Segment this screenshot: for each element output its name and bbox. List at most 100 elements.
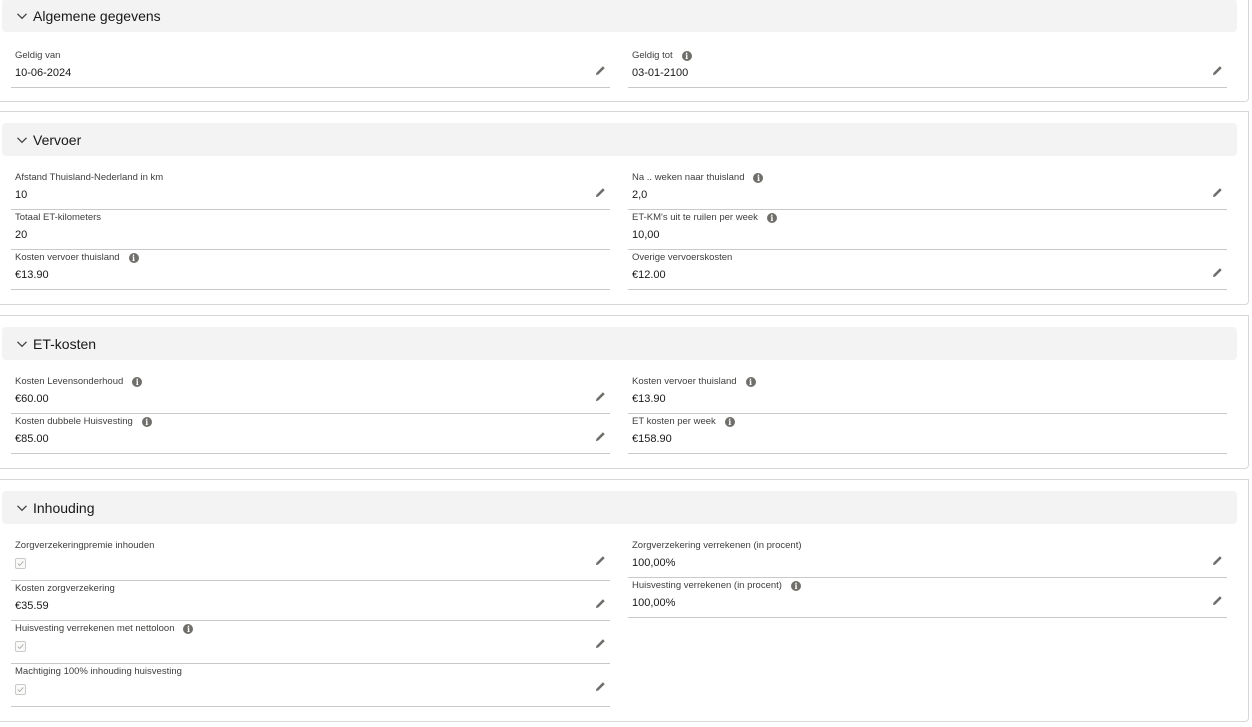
field-label: Kosten dubbele Huisvesting i (15, 416, 152, 427)
field-value: 2,0 (632, 189, 648, 201)
section-general: Algemene gegevens Geldig van 10-06-2024 … (0, 0, 1249, 102)
field-geldig-tot: Geldig tot i 03-01-2100 (628, 48, 1227, 88)
field-et-km-ruilen: ET-KM's uit te ruilen per week i 10,00 (628, 210, 1227, 250)
pencil-icon[interactable] (595, 391, 606, 402)
pencil-icon[interactable] (595, 598, 606, 609)
field-zorg-procent: Zorgverzekering verrekenen (in procent) … (628, 538, 1227, 578)
pencil-icon[interactable] (1212, 65, 1223, 76)
field-value: 10-06-2024 (15, 67, 72, 79)
field-label: Kosten Levensonderhoud i (15, 376, 143, 387)
section-title: Inhouding (33, 499, 95, 516)
field-label-text: ET kosten per week (632, 416, 716, 427)
section-header-deduction[interactable]: Inhouding (2, 491, 1237, 524)
field-label-text: Geldig tot (632, 50, 673, 61)
section-transport: Vervoer Afstand Thuisland-Nederland in k… (0, 111, 1249, 305)
field-value: 100,00% (632, 597, 676, 609)
checkmark-icon (17, 687, 24, 693)
section-header-et-costs[interactable]: ET-kosten (2, 327, 1237, 360)
field-label: ET kosten per week i (632, 416, 735, 427)
field-value: €13.90 (15, 269, 49, 281)
field-label: Na .. weken naar thuisland i (632, 172, 764, 183)
field-value: €158.90 (632, 433, 672, 445)
field-huisv-nettoloon: Huisvesting verrekenen met nettoloon i (11, 621, 610, 664)
pencil-icon[interactable] (595, 431, 606, 442)
section-deduction: Inhouding Zorgverzekeringpremie inhouden… (0, 479, 1249, 722)
section-et-costs: ET-kosten Kosten Levensonderhoud i €60.00… (0, 315, 1249, 469)
field-afstand: Afstand Thuisland-Nederland in km 10 (11, 170, 610, 210)
field-value: €35.59 (15, 600, 49, 612)
field-label: Geldig van (15, 50, 61, 61)
info-icon[interactable]: i (790, 580, 801, 591)
pencil-icon[interactable] (595, 187, 606, 198)
chevron-down-icon (17, 504, 27, 511)
field-value: 03-01-2100 (632, 67, 689, 79)
field-label: ET-KM's uit te ruilen per week i (632, 212, 777, 223)
info-icon[interactable]: i (132, 376, 143, 387)
field-label: Huisvesting verrekenen (in procent) i (632, 580, 801, 591)
field-label: Zorgverzekeringpremie inhouden (15, 540, 155, 551)
checkbox[interactable] (15, 558, 26, 569)
pencil-icon[interactable] (1212, 555, 1223, 566)
section-title: ET-kosten (33, 335, 97, 352)
field-label: Geldig tot i (632, 50, 692, 61)
field-geldig-van: Geldig van 10-06-2024 (11, 48, 610, 88)
field-label: Machtiging 100% inhouding huisvesting (15, 666, 182, 677)
checkbox[interactable] (15, 641, 26, 652)
field-kosten-vervoer: Kosten vervoer thuisland i €13.90 (11, 250, 610, 290)
field-label: Kosten zorgverzekering (15, 583, 115, 594)
field-label-text: Huisvesting verrekenen (in procent) (632, 580, 782, 591)
pencil-icon[interactable] (595, 681, 606, 692)
chevron-down-icon (17, 340, 27, 347)
field-value: 10 (15, 189, 28, 201)
pencil-icon[interactable] (595, 65, 606, 76)
chevron-down-icon (17, 136, 27, 143)
section-header-transport[interactable]: Vervoer (2, 123, 1237, 156)
pencil-icon[interactable] (595, 638, 606, 649)
info-icon[interactable]: i (141, 416, 152, 427)
checkmark-icon (17, 561, 24, 567)
pencil-icon[interactable] (1212, 595, 1223, 606)
chevron-down-icon (17, 12, 27, 19)
checkmark-icon (17, 644, 24, 650)
field-value: €60.00 (15, 393, 49, 405)
info-icon[interactable]: i (753, 172, 764, 183)
field-label-text: Na .. weken naar thuisland (632, 172, 745, 183)
field-label: Kosten vervoer thuisland i (632, 376, 756, 387)
field-value: 20 (15, 229, 28, 241)
info-icon[interactable]: i (745, 376, 756, 387)
field-label: Kosten vervoer thuisland i (15, 252, 139, 263)
field-label: Afstand Thuisland-Nederland in km (15, 172, 164, 183)
field-value: €12.00 (632, 269, 666, 281)
field-machtiging: Machtiging 100% inhouding huisvesting (11, 664, 610, 707)
pencil-icon[interactable] (595, 555, 606, 566)
info-icon[interactable]: i (766, 212, 777, 223)
field-label: Huisvesting verrekenen met nettoloon i (15, 623, 194, 634)
pencil-icon[interactable] (1212, 187, 1223, 198)
field-label-text: Kosten Levensonderhoud (15, 376, 124, 387)
field-et-per-week: ET kosten per week i €158.90 (628, 414, 1227, 454)
field-label-text: Kosten dubbele Huisvesting (15, 416, 133, 427)
field-label-text: Kosten vervoer thuisland (15, 252, 120, 263)
field-label-text: Kosten vervoer thuisland (632, 376, 737, 387)
field-levensonderhoud: Kosten Levensonderhoud i €60.00 (11, 374, 610, 414)
field-dubbele-huisvesting: Kosten dubbele Huisvesting i €85.00 (11, 414, 610, 454)
info-icon[interactable]: i (724, 416, 735, 427)
section-title: Vervoer (33, 131, 82, 148)
info-icon[interactable]: i (128, 252, 139, 263)
info-icon[interactable]: i (681, 50, 692, 61)
field-label: Totaal ET-kilometers (15, 212, 102, 223)
field-zorg-premie: Zorgverzekeringpremie inhouden (11, 538, 610, 581)
pencil-icon[interactable] (1212, 267, 1223, 278)
field-label: Overige vervoerskosten (632, 252, 733, 263)
section-header-general[interactable]: Algemene gegevens (2, 0, 1237, 32)
field-label-text: Huisvesting verrekenen met nettoloon (15, 623, 175, 634)
field-label: Zorgverzekering verrekenen (in procent) (632, 540, 802, 551)
field-kosten-zorg: Kosten zorgverzekering €35.59 (11, 581, 610, 621)
field-huisv-procent: Huisvesting verrekenen (in procent) i 100… (628, 578, 1227, 618)
info-icon[interactable]: i (183, 623, 194, 634)
field-value: €85.00 (15, 433, 49, 445)
field-value: €13.90 (632, 393, 666, 405)
field-vervoer-thuisland: Kosten vervoer thuisland i €13.90 (628, 374, 1227, 414)
field-weken: Na .. weken naar thuisland i 2,0 (628, 170, 1227, 210)
checkbox[interactable] (15, 684, 26, 695)
